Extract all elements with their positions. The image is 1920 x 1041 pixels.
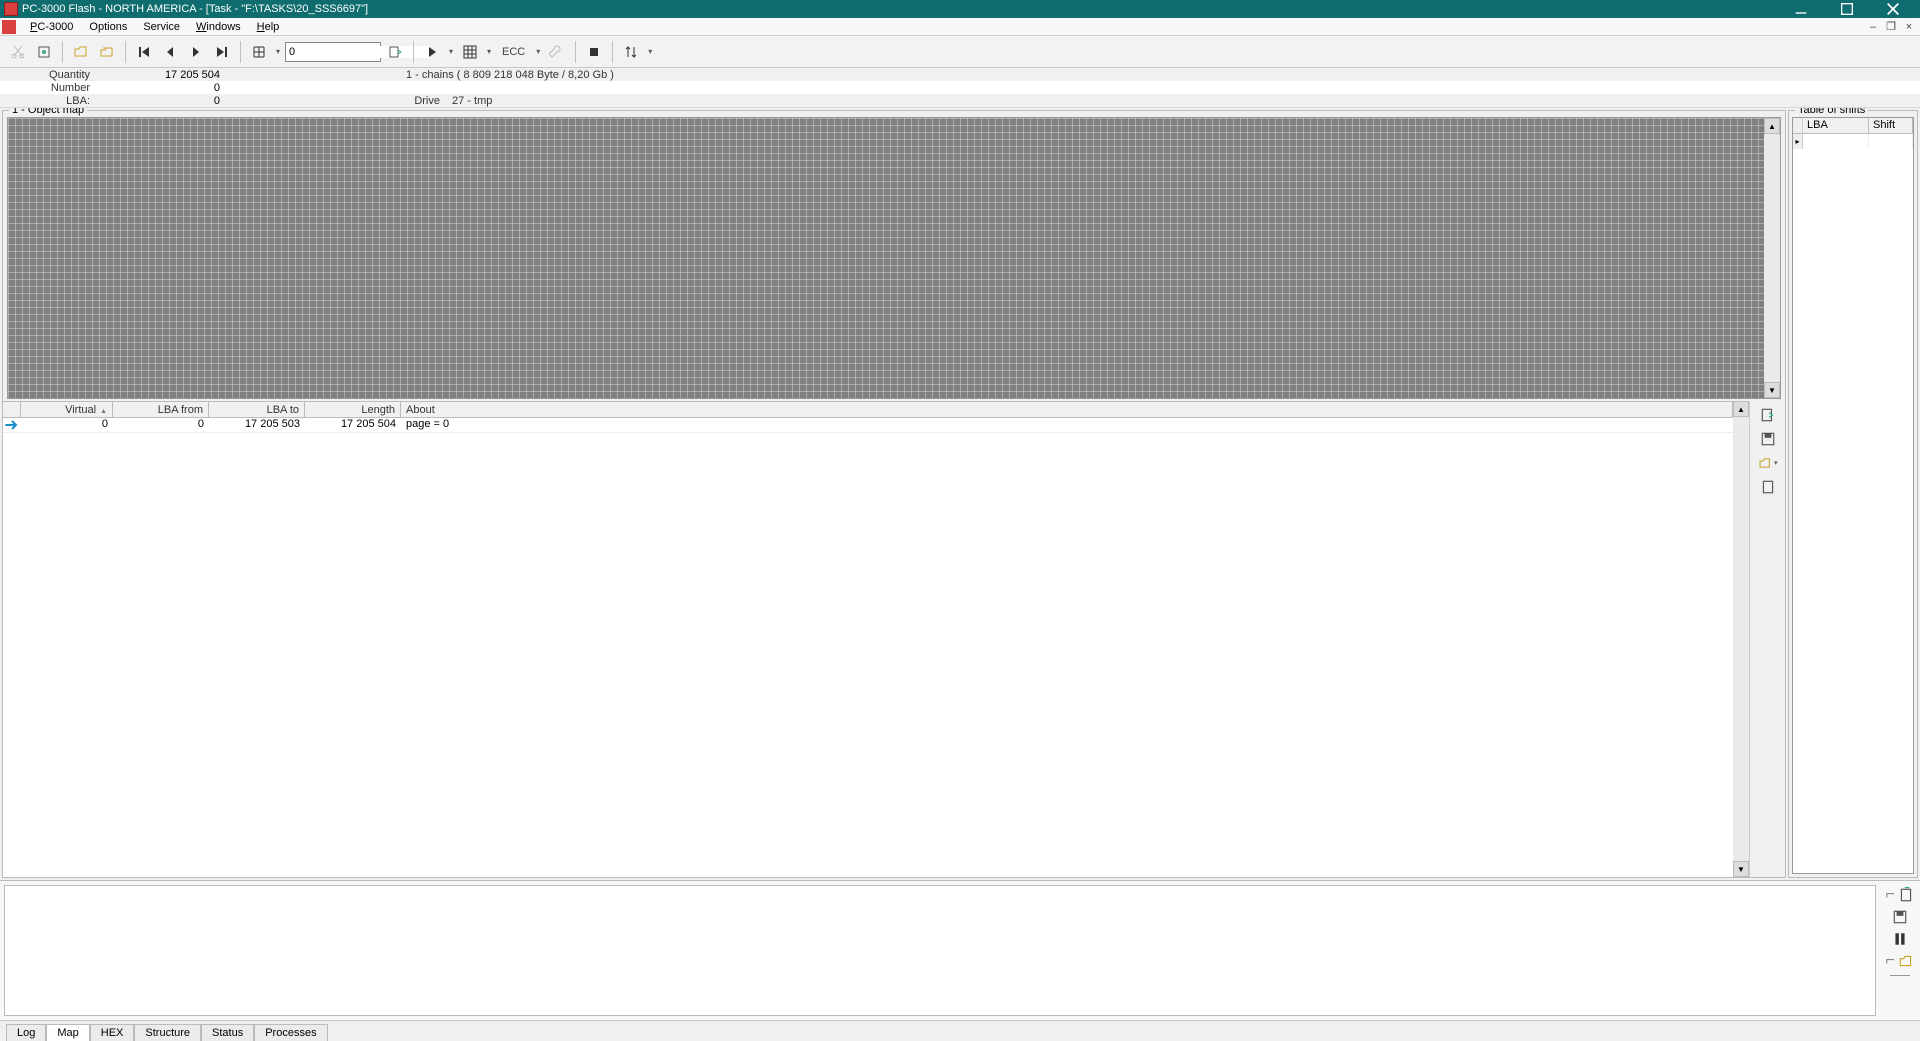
- lba-label: LBA:: [0, 95, 96, 107]
- mdi-minimize-button[interactable]: –: [1864, 19, 1882, 35]
- app-icon: [4, 2, 18, 16]
- tool-status-icon[interactable]: [32, 40, 56, 64]
- row-arrow-icon: [3, 418, 21, 432]
- position-input-wrapper[interactable]: [285, 42, 381, 62]
- window-titlebar: PC-3000 Flash - NORTH AMERICA - [Task - …: [0, 0, 1920, 18]
- number-label: Number: [0, 82, 96, 94]
- tab-status[interactable]: Status: [201, 1024, 254, 1041]
- object-map-scrollbar[interactable]: ▲ ▼: [1764, 118, 1780, 398]
- log-body[interactable]: [4, 885, 1876, 1016]
- cell-about: page = 0: [401, 418, 1733, 432]
- tool-wrench-icon: [545, 40, 569, 64]
- tool-grid-icon[interactable]: [247, 40, 271, 64]
- col-length[interactable]: Length: [305, 402, 401, 417]
- nav-prev-button[interactable]: [158, 40, 182, 64]
- ecc-label: ECC: [496, 46, 531, 58]
- tab-structure[interactable]: Structure: [134, 1024, 201, 1041]
- info-panel: Quantity17 205 504 Number0 LBA:0 1 - cha…: [0, 68, 1920, 108]
- drive-value: 27 - tmp: [446, 95, 492, 107]
- menubar: PC-3000 Options Service Windows Help – ❐…: [0, 18, 1920, 36]
- tool-cut-icon: [6, 40, 30, 64]
- doc-icon: [2, 20, 16, 34]
- nav-first-button[interactable]: [132, 40, 156, 64]
- chains-table: Virtual LBA from LBA to Length About 0 0…: [3, 401, 1785, 877]
- tab-processes[interactable]: Processes: [254, 1024, 327, 1041]
- shifts-panel: Table of shifts LBA Shift ▸: [1788, 110, 1918, 878]
- cell-length: 17 205 504: [305, 418, 401, 432]
- object-map-group: 1 - Object map ▲ ▼: [3, 111, 1785, 401]
- number-value: 0: [96, 82, 226, 94]
- toolbar: ▾ ▾ ▾ ECC ▾ ▾: [0, 36, 1920, 68]
- col-virtual[interactable]: Virtual: [21, 402, 113, 417]
- play-dropdown[interactable]: ▾: [446, 47, 456, 56]
- menu-options[interactable]: Options: [81, 20, 135, 34]
- menu-pc3000[interactable]: PC-3000: [22, 20, 81, 34]
- table-row[interactable]: 0 0 17 205 503 17 205 504 page = 0: [3, 418, 1733, 433]
- log-pause-icon[interactable]: [1891, 931, 1909, 947]
- cell-lba-to: 17 205 503: [209, 418, 305, 432]
- shifts-col-shift[interactable]: Shift: [1869, 118, 1913, 133]
- tool-sort-icon[interactable]: [619, 40, 643, 64]
- shifts-title: Table of shifts: [1795, 108, 1868, 116]
- tool-goto-icon[interactable]: [1757, 405, 1779, 425]
- tool-matrix-dropdown[interactable]: ▾: [484, 47, 494, 56]
- quantity-label: Quantity: [0, 69, 96, 81]
- cell-virtual: 0: [21, 418, 113, 432]
- tool-grid-dropdown[interactable]: ▾: [273, 47, 283, 56]
- stop-button[interactable]: [582, 40, 606, 64]
- table-tools: ▾: [1749, 401, 1785, 877]
- tool-folder-icon[interactable]: ▾: [1757, 453, 1779, 473]
- quantity-value: 17 205 504: [96, 69, 226, 81]
- shifts-empty-row: ▸: [1793, 134, 1913, 149]
- position-input[interactable]: [289, 46, 431, 58]
- menu-service[interactable]: Service: [135, 20, 188, 34]
- scroll-down-button[interactable]: ▼: [1764, 382, 1780, 398]
- table-scroll-up[interactable]: ▲: [1733, 401, 1749, 417]
- object-map-title: 1 - Object map: [9, 108, 87, 116]
- tool-page-icon[interactable]: [1757, 477, 1779, 497]
- log-pane: ⌐ ⌐: [0, 880, 1920, 1020]
- tab-hex[interactable]: HEX: [90, 1024, 135, 1041]
- shifts-col-lba[interactable]: LBA: [1803, 118, 1869, 133]
- tool-sort-dropdown[interactable]: ▾: [645, 47, 655, 56]
- tool-open-icon[interactable]: [69, 40, 93, 64]
- table-scroll-down[interactable]: ▼: [1733, 861, 1749, 877]
- table-header-row: Virtual LBA from LBA to Length About: [3, 401, 1733, 418]
- tool-save-icon[interactable]: [1757, 429, 1779, 449]
- play-button[interactable]: [420, 40, 444, 64]
- mdi-restore-button[interactable]: ❐: [1882, 19, 1900, 35]
- tab-map[interactable]: Map: [46, 1024, 89, 1041]
- object-map-canvas[interactable]: [8, 118, 1764, 398]
- row-indicator-icon: ▸: [1793, 134, 1803, 149]
- mdi-close-button[interactable]: ×: [1900, 19, 1918, 35]
- col-lba-to[interactable]: LBA to: [209, 402, 305, 417]
- tab-log[interactable]: Log: [6, 1024, 46, 1041]
- tool-open-multi-icon[interactable]: [95, 40, 119, 64]
- tool-matrix-icon[interactable]: [458, 40, 482, 64]
- log-open-icon[interactable]: [1897, 953, 1915, 969]
- nav-next-button[interactable]: [184, 40, 208, 64]
- ecc-dropdown[interactable]: ▾: [533, 47, 543, 56]
- window-minimize-button[interactable]: [1778, 0, 1824, 18]
- window-title: PC-3000 Flash - NORTH AMERICA - [Task - …: [22, 3, 1778, 15]
- cell-lba-from: 0: [113, 418, 209, 432]
- menu-help[interactable]: Help: [249, 20, 288, 34]
- drive-label: Drive: [400, 95, 446, 107]
- menu-windows[interactable]: Windows: [188, 20, 249, 34]
- col-about[interactable]: About: [401, 402, 1733, 417]
- tool-export-icon[interactable]: [383, 40, 407, 64]
- window-close-button[interactable]: [1870, 0, 1916, 18]
- log-tools: ⌐ ⌐: [1880, 881, 1920, 1020]
- log-add-icon[interactable]: [1897, 887, 1915, 903]
- nav-last-button[interactable]: [210, 40, 234, 64]
- table-scrollbar[interactable]: ▲ ▼: [1733, 401, 1749, 877]
- bottom-tabs: Log Map HEX Structure Status Processes: [0, 1020, 1920, 1040]
- lba-value: 0: [96, 95, 226, 107]
- window-maximize-button[interactable]: [1824, 0, 1870, 18]
- chains-text: 1 - chains ( 8 809 218 048 Byte / 8,20 G…: [400, 69, 614, 81]
- scroll-up-button[interactable]: ▲: [1764, 118, 1780, 134]
- log-save-icon[interactable]: [1891, 909, 1909, 925]
- col-lba-from[interactable]: LBA from: [113, 402, 209, 417]
